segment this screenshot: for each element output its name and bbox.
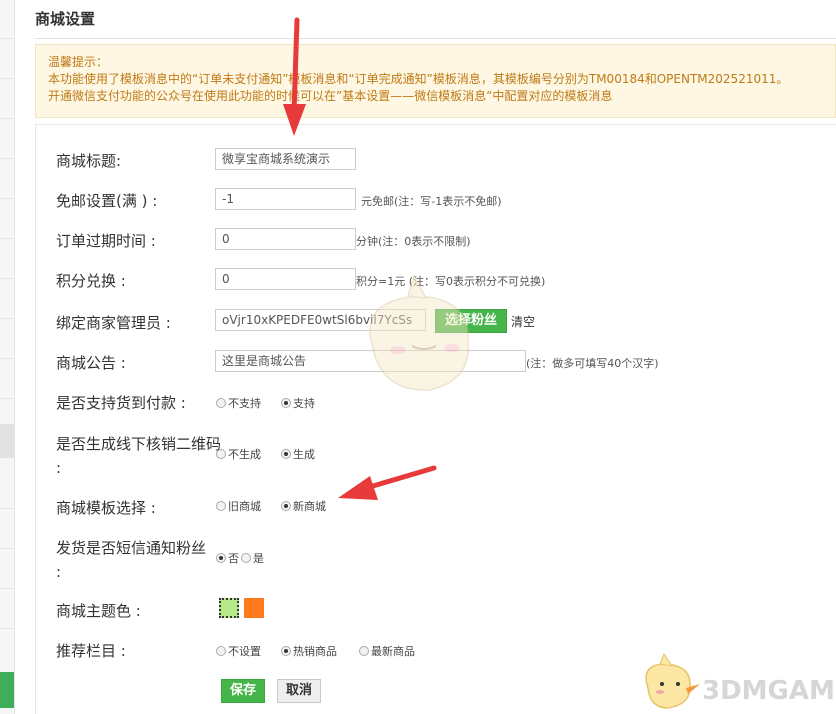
cod-option-no[interactable]: 不支持 bbox=[216, 395, 261, 411]
sidebar-edge bbox=[0, 0, 15, 714]
qrcode-option-no[interactable]: 不生成 bbox=[216, 446, 261, 462]
sms-notify-radio-group: 否 是 bbox=[216, 550, 282, 566]
radio-icon bbox=[216, 501, 226, 511]
announcement-input[interactable]: 这里是商城公告 bbox=[215, 350, 526, 372]
radio-checked-icon bbox=[216, 553, 226, 563]
notice-box: 温馨提示： 本功能使用了模板消息中的“订单未支付通知”模板消息和“订单完成通知”… bbox=[35, 44, 836, 118]
merchant-admin-input[interactable]: oVjr10xKPEDFE0wtSl6bvil7YcSs bbox=[215, 309, 426, 331]
clear-link[interactable]: 清空 bbox=[511, 313, 535, 330]
settings-form bbox=[35, 124, 836, 714]
template-radio-group: 旧商城 新商城 bbox=[216, 498, 344, 514]
notice-line-1: 本功能使用了模板消息中的“订单未支付通知”模板消息和“订单完成通知”模板消息，其… bbox=[48, 72, 789, 86]
page-title: 商城设置 bbox=[35, 10, 96, 28]
radio-icon bbox=[216, 449, 226, 459]
merchant-admin-label: 绑定商家管理员 : bbox=[56, 314, 171, 332]
radio-checked-icon bbox=[281, 646, 291, 656]
radio-icon bbox=[241, 553, 251, 563]
save-button[interactable]: 保存 bbox=[221, 679, 265, 703]
qrcode-label: 是否生成线下核销二维码 : bbox=[56, 435, 222, 477]
recommend-option-none[interactable]: 不设置 bbox=[216, 643, 261, 659]
radio-checked-icon bbox=[281, 501, 291, 511]
recommend-option-new[interactable]: 最新商品 bbox=[359, 643, 415, 659]
order-expire-input[interactable]: 0 bbox=[215, 228, 356, 250]
qrcode-option-yes[interactable]: 生成 bbox=[281, 446, 315, 462]
radio-icon bbox=[216, 646, 226, 656]
order-expire-label: 订单过期时间 : bbox=[56, 232, 156, 250]
points-label: 积分兑换 : bbox=[56, 272, 126, 290]
announcement-hint: (注：做多可填写40个汉字) bbox=[526, 357, 659, 370]
recommend-label: 推荐栏目 : bbox=[56, 642, 126, 660]
free-shipping-hint: 元免邮(注：写-1表示不免邮) bbox=[361, 195, 502, 208]
points-input[interactable]: 0 bbox=[215, 268, 356, 290]
sidebar-active-item[interactable] bbox=[0, 424, 14, 458]
announcement-label: 商城公告 : bbox=[56, 354, 126, 372]
radio-icon bbox=[216, 398, 226, 408]
template-label: 商城模板选择 : bbox=[56, 499, 156, 517]
theme-color-swatch-orange[interactable] bbox=[244, 598, 264, 618]
cod-option-yes[interactable]: 支持 bbox=[281, 395, 315, 411]
template-option-new[interactable]: 新商城 bbox=[281, 498, 326, 514]
cancel-button[interactable]: 取消 bbox=[277, 679, 321, 703]
sms-option-yes[interactable]: 是 bbox=[241, 550, 264, 566]
radio-icon bbox=[359, 646, 369, 656]
sms-notify-label: 发货是否短信通知粉丝 : bbox=[56, 539, 207, 581]
theme-color-label: 商城主题色 : bbox=[56, 602, 141, 620]
watermark-text: 3DMGAME bbox=[702, 676, 836, 706]
cod-radio-group: 不支持 支持 bbox=[216, 395, 333, 411]
sms-option-no[interactable]: 否 bbox=[216, 550, 239, 566]
notice-line-2: 开通微信支付功能的公众号在使用此功能的时候可以在”基本设置——微信模板消息“中配… bbox=[48, 89, 613, 103]
free-shipping-label: 免邮设置(满 ) : bbox=[56, 192, 158, 210]
template-option-old[interactable]: 旧商城 bbox=[216, 498, 261, 514]
title-divider bbox=[35, 38, 836, 39]
shop-title-label: 商城标题: bbox=[56, 152, 122, 170]
select-fans-button[interactable]: 选择粉丝 bbox=[435, 309, 507, 333]
order-expire-hint: 分钟(注：0表示不限制) bbox=[356, 235, 471, 248]
points-hint: 积分=1元 (注：写0表示积分不可兑换) bbox=[356, 275, 546, 288]
radio-checked-icon bbox=[281, 398, 291, 408]
free-shipping-input[interactable]: -1 bbox=[215, 188, 356, 210]
radio-checked-icon bbox=[281, 449, 291, 459]
shop-title-input[interactable]: 微享宝商城系统演示 bbox=[215, 148, 356, 170]
sidebar-green-item[interactable] bbox=[0, 672, 14, 708]
theme-color-swatch-green[interactable] bbox=[219, 598, 239, 618]
notice-heading: 温馨提示： bbox=[48, 55, 109, 69]
recommend-radio-group: 不设置 热销商品 最新商品 bbox=[216, 643, 433, 659]
cod-label: 是否支持货到付款 : bbox=[56, 394, 186, 412]
qrcode-radio-group: 不生成 生成 bbox=[216, 446, 333, 462]
recommend-option-hot[interactable]: 热销商品 bbox=[281, 643, 337, 659]
